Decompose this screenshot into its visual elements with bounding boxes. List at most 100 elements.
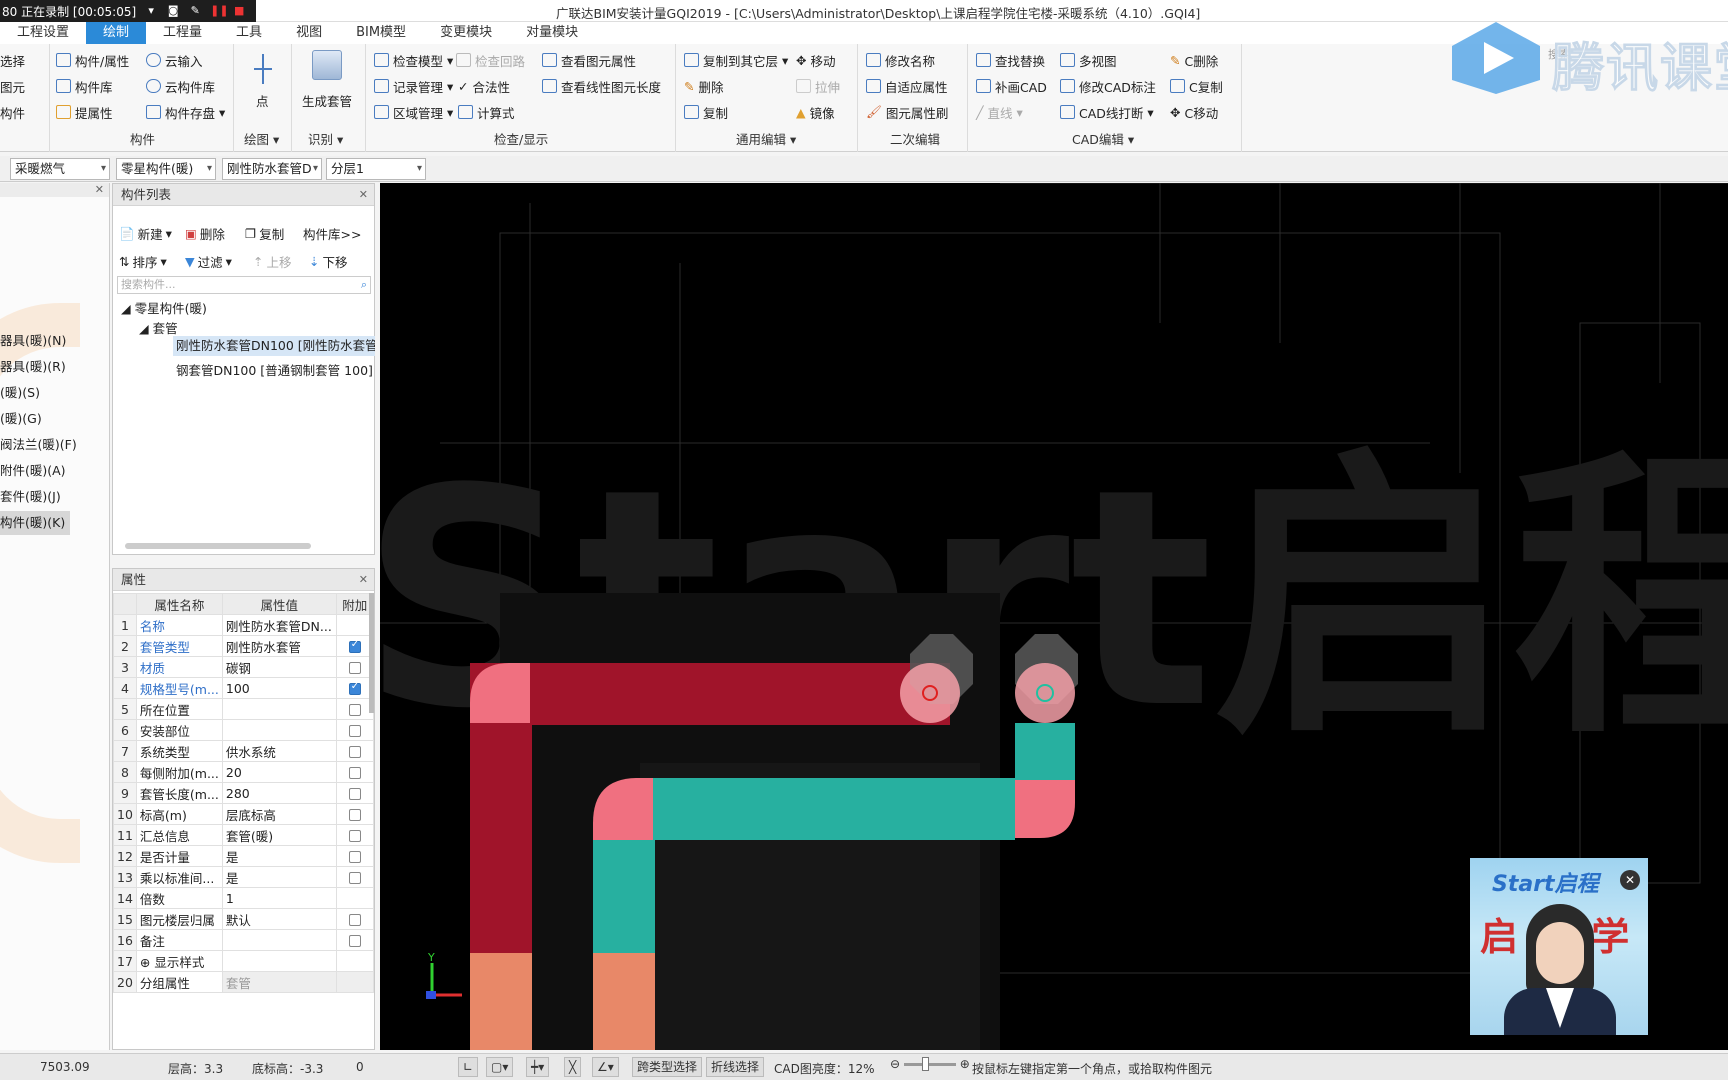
- cad-move-button[interactable]: ✥ C移动: [1170, 102, 1218, 122]
- tree-node-sleeve[interactable]: ◢ 套管: [139, 318, 178, 337]
- property-value[interactable]: 供水系统: [221, 740, 337, 762]
- property-row[interactable]: 17 ⊕ 显示样式: [113, 950, 375, 972]
- nav-item[interactable]: (暖)(S): [0, 381, 109, 405]
- cloud-library-button[interactable]: 云构件库: [146, 76, 215, 96]
- component-save-button[interactable]: 构件存盘 ▾: [146, 102, 225, 122]
- cad-copy-button[interactable]: C复制: [1170, 76, 1223, 96]
- property-row[interactable]: 3 材质 碳钢: [113, 656, 375, 678]
- stretch-button[interactable]: 拉伸: [796, 76, 840, 96]
- layer-select[interactable]: 分层1: [326, 158, 426, 180]
- extract-property-button[interactable]: 提属性: [56, 102, 113, 122]
- property-value[interactable]: 20: [221, 761, 337, 783]
- move-down-button[interactable]: ⇣ 下移: [309, 252, 348, 271]
- menu-quantity[interactable]: 工程量: [146, 22, 219, 44]
- extra-checkbox[interactable]: [348, 830, 361, 842]
- component-library-button[interactable]: 构件库: [56, 76, 113, 96]
- close-icon[interactable]: ✕: [1620, 870, 1640, 890]
- view-element-property-button[interactable]: 查看图元属性: [542, 50, 636, 70]
- property-value[interactable]: 1: [221, 887, 337, 909]
- property-value[interactable]: [221, 950, 337, 972]
- pause-icon[interactable]: ❚❚: [210, 4, 228, 18]
- brightness-slider[interactable]: ⊖ ⊕: [890, 1057, 970, 1071]
- property-row[interactable]: 7 系统类型 供水系统: [113, 740, 375, 762]
- property-value[interactable]: 套管(暖): [221, 824, 337, 846]
- property-value[interactable]: 刚性防水套管: [221, 635, 337, 657]
- cad-line-break-button[interactable]: CAD线打断 ▾: [1060, 102, 1154, 122]
- nav-item-selected[interactable]: 构件(暖)(K): [0, 511, 70, 535]
- rename-button[interactable]: 修改名称: [866, 50, 935, 70]
- property-row[interactable]: 6 安装部位: [113, 719, 375, 741]
- nav-item[interactable]: 阀法兰(暖)(F): [0, 433, 109, 457]
- vertical-scrollbar[interactable]: [369, 593, 374, 713]
- property-row[interactable]: 14 倍数 1: [113, 887, 375, 909]
- component-library-link[interactable]: 构件库>>: [303, 224, 361, 243]
- ortho-toggle[interactable]: ∟: [458, 1057, 479, 1077]
- area-manage-button[interactable]: 区域管理 ▾: [374, 102, 453, 122]
- property-value[interactable]: 280: [221, 782, 337, 804]
- menu-draw[interactable]: 绘制: [86, 22, 147, 44]
- category-select[interactable]: 零星构件(暖): [116, 158, 216, 180]
- check-loop-button[interactable]: 检查回路: [456, 50, 525, 70]
- nav-item[interactable]: 套件(暖)(J): [0, 485, 109, 509]
- close-icon[interactable]: ✕: [359, 184, 368, 206]
- property-row[interactable]: 5 所在位置: [113, 698, 375, 720]
- view-linear-length-button[interactable]: 查看线性图元长度: [542, 76, 661, 96]
- camera-icon[interactable]: ◙: [166, 4, 180, 18]
- record-manage-button[interactable]: 记录管理 ▾: [374, 76, 453, 96]
- menu-project-settings[interactable]: 工程设置: [0, 22, 86, 44]
- sleeve[interactable]: [470, 953, 532, 1050]
- tree-item-steel-sleeve[interactable]: 钢套管DN100 [普通钢制套管 100]: [176, 360, 373, 379]
- property-row[interactable]: 4 规格型号(m... 100: [113, 677, 375, 699]
- property-row[interactable]: 20 分组属性 套管: [113, 971, 375, 993]
- system-select[interactable]: 采暖燃气: [10, 158, 110, 180]
- riser-marker-teal[interactable]: [1015, 634, 1078, 723]
- osnap-toggle[interactable]: ┿▾: [526, 1057, 550, 1077]
- find-replace-button[interactable]: 查找替换: [976, 50, 1045, 70]
- dropdown-icon[interactable]: ▾: [144, 4, 158, 18]
- extra-checkbox[interactable]: [348, 639, 361, 653]
- cloud-input-button[interactable]: 云输入: [146, 50, 203, 70]
- cross-toggle[interactable]: ╳: [564, 1057, 582, 1077]
- generate-sleeve-button[interactable]: 生成套管: [302, 90, 352, 110]
- modify-cad-label-button[interactable]: 修改CAD标注: [1060, 76, 1156, 96]
- nav-item[interactable]: 器具(暖)(R): [0, 355, 109, 379]
- property-row[interactable]: 8 每侧附加(m... 20: [113, 761, 375, 783]
- line-button[interactable]: ╱ 直线 ▾: [976, 102, 1023, 122]
- extra-checkbox[interactable]: [348, 809, 361, 821]
- cad-delete-button[interactable]: ✎ C删除: [1170, 50, 1218, 70]
- mirror-button[interactable]: ▲ 镜像: [796, 102, 835, 122]
- extra-checkbox[interactable]: [348, 681, 361, 695]
- extra-checkbox[interactable]: [348, 662, 361, 674]
- extra-checkbox[interactable]: [348, 914, 361, 926]
- property-row[interactable]: 11 汇总信息 套管(暖): [113, 824, 375, 846]
- tree-node-category[interactable]: ◢ 零星构件(暖): [121, 298, 207, 317]
- property-value[interactable]: [221, 929, 337, 951]
- nav-item[interactable]: (暖)(G): [0, 407, 109, 431]
- menu-tools[interactable]: 工具: [219, 22, 279, 44]
- menu-bim-model[interactable]: BIM模型: [339, 22, 423, 44]
- snap-toggle[interactable]: ▢▾: [486, 1057, 514, 1077]
- point-button[interactable]: 点: [256, 90, 269, 110]
- move-button[interactable]: ✥ 移动: [796, 50, 836, 70]
- delete-button[interactable]: ✎ 删除: [684, 76, 724, 96]
- copy-button[interactable]: 复制: [684, 102, 728, 122]
- extra-checkbox[interactable]: [348, 746, 361, 758]
- delete-component-button[interactable]: ▣ 删除: [185, 224, 225, 243]
- property-value[interactable]: 刚性防水套管DN...: [221, 614, 337, 636]
- validity-button[interactable]: ✓ 合法性: [458, 76, 510, 96]
- property-value[interactable]: 是: [221, 845, 337, 867]
- property-row[interactable]: 9 套管长度(m... 280: [113, 782, 375, 804]
- property-value[interactable]: 默认: [221, 908, 337, 930]
- property-value[interactable]: [221, 719, 337, 741]
- extra-checkbox[interactable]: [348, 767, 361, 779]
- cross-type-select-button[interactable]: 跨类型选择: [632, 1057, 703, 1077]
- stop-icon[interactable]: ■: [232, 4, 246, 18]
- extra-checkbox[interactable]: [348, 704, 361, 716]
- property-row[interactable]: 1 名称 刚性防水套管DN...: [113, 614, 375, 636]
- property-row[interactable]: 16 备注: [113, 929, 375, 951]
- select-button[interactable]: 选择: [0, 50, 25, 70]
- copy-component-button[interactable]: ❐ 复制: [245, 224, 284, 243]
- element-button[interactable]: 图元: [0, 76, 25, 96]
- plus-icon[interactable]: ⊕: [960, 1057, 970, 1071]
- property-value[interactable]: 套管: [221, 971, 337, 993]
